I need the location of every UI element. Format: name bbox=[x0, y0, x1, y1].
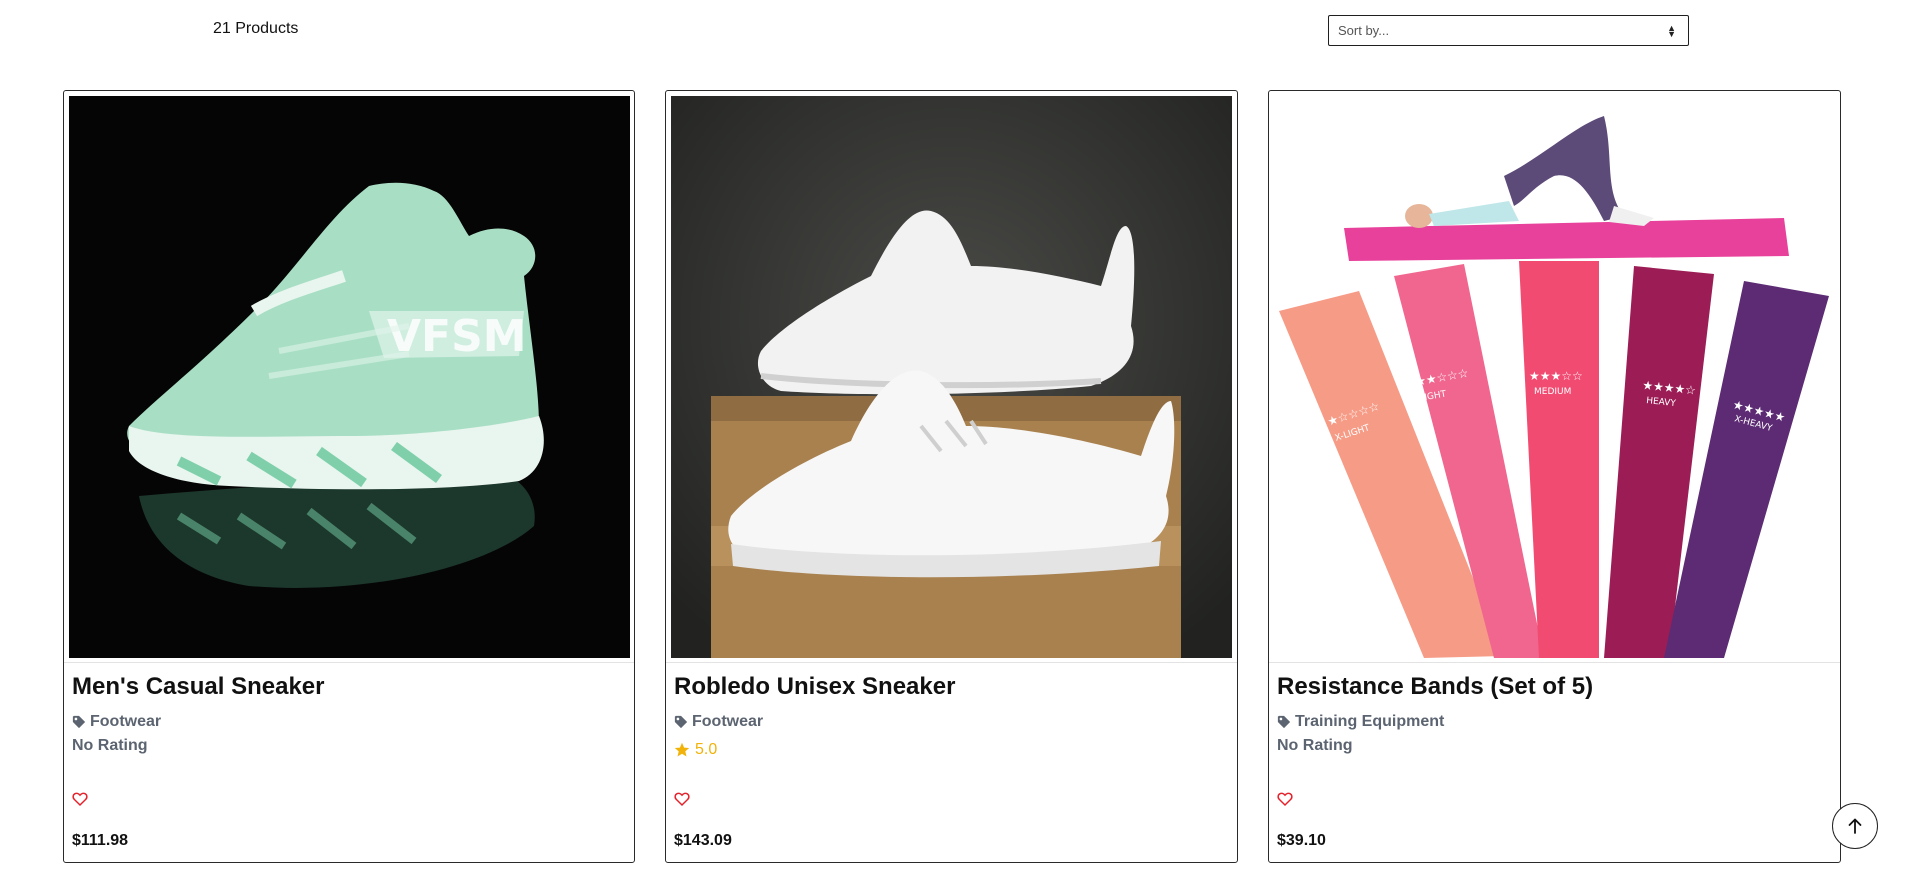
product-rating-value: 5.0 bbox=[695, 741, 718, 758]
product-rating: 5.0 bbox=[674, 741, 717, 759]
heart-outline-icon[interactable] bbox=[72, 791, 88, 807]
sort-select-value: Sort by... bbox=[1338, 23, 1390, 38]
scroll-to-top-button[interactable] bbox=[1832, 803, 1878, 849]
product-price: $39.10 bbox=[1277, 832, 1326, 849]
tag-icon bbox=[1277, 715, 1291, 729]
arrow-up-icon bbox=[1848, 818, 1862, 834]
product-price: $143.09 bbox=[674, 832, 732, 849]
tag-icon bbox=[674, 715, 688, 729]
product-category[interactable]: Footwear bbox=[674, 713, 763, 731]
product-category[interactable]: Training Equipment bbox=[1277, 713, 1444, 731]
heart-outline-icon[interactable] bbox=[1277, 791, 1293, 807]
sort-caret-icon: ▲ ▼ bbox=[1667, 22, 1676, 39]
product-count: 21 Products bbox=[213, 20, 299, 37]
product-image-robledo-unisex-sneaker[interactable] bbox=[671, 96, 1232, 658]
product-title[interactable]: Men's Casual Sneaker bbox=[72, 673, 325, 701]
card-divider bbox=[666, 662, 1237, 663]
product-card[interactable]: VFSM Men's Casual Sneaker Footwear No Ra… bbox=[63, 90, 635, 863]
product-category[interactable]: Footwear bbox=[72, 713, 161, 731]
product-title[interactable]: Robledo Unisex Sneaker bbox=[674, 673, 955, 701]
product-image-mens-casual-sneaker[interactable]: VFSM bbox=[69, 96, 630, 658]
star-icon bbox=[674, 742, 690, 757]
product-card[interactable]: X-LIGHT LIGHT MEDIUM HEAVY X-HEAVY ★☆☆☆☆… bbox=[1268, 90, 1841, 863]
product-title[interactable]: Resistance Bands (Set of 5) bbox=[1277, 673, 1593, 701]
product-category-label: Training Equipment bbox=[1295, 713, 1445, 730]
product-price: $111.98 bbox=[72, 832, 129, 849]
product-image-resistance-bands[interactable]: X-LIGHT LIGHT MEDIUM HEAVY X-HEAVY ★☆☆☆☆… bbox=[1274, 96, 1835, 658]
card-divider bbox=[64, 662, 634, 663]
band-label: MEDIUM bbox=[1534, 387, 1571, 397]
product-rating: No Rating bbox=[72, 737, 148, 754]
product-card[interactable]: Robledo Unisex Sneaker Footwear 5.0 $143… bbox=[665, 90, 1238, 863]
band-stars: ★★★☆☆ bbox=[1529, 369, 1583, 383]
product-category-label: Footwear bbox=[692, 713, 764, 730]
heart-outline-icon[interactable] bbox=[674, 791, 690, 807]
sort-select[interactable]: Sort by... ▲ ▼ bbox=[1328, 15, 1689, 46]
card-divider bbox=[1269, 662, 1840, 663]
product-rating: No Rating bbox=[1277, 737, 1353, 754]
tag-icon bbox=[72, 715, 86, 729]
product-category-label: Footwear bbox=[90, 713, 162, 730]
